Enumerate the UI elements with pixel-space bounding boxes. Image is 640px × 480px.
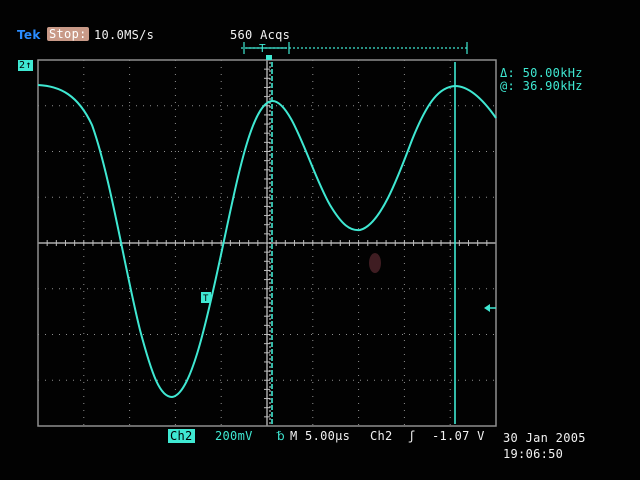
brand-label: Tek: [17, 28, 41, 42]
volts-per-division: 200mV: [215, 429, 253, 443]
bandwidth-limit-icon: ␢: [277, 429, 285, 443]
trigger-level-arrow-icon[interactable]: [484, 304, 490, 312]
sample-rate: 10.0MS/s: [94, 28, 155, 42]
cursor-position-readout: @: 36.90kHz: [500, 79, 583, 93]
timebase-readout: M 5.00µs: [290, 429, 351, 443]
rising-edge-icon: ʃ: [408, 429, 416, 443]
channel-ground-marker[interactable]: 2↑: [18, 60, 33, 71]
run-state-badge[interactable]: Stop:: [47, 27, 89, 41]
trigger-level-label: T: [203, 294, 209, 304]
trigger-level: -1.07 V: [432, 429, 485, 443]
screen-glare: [369, 253, 381, 273]
channel-label[interactable]: Ch2: [168, 429, 195, 443]
record-trigger-marker: T: [259, 42, 266, 55]
record-length-bar: [241, 42, 468, 54]
cursor-delta-readout: Δ: 50.00kHz: [500, 66, 583, 80]
date-readout: 30 Jan 2005: [503, 431, 586, 445]
trigger-source: Ch2: [370, 429, 393, 443]
graticule: [37, 59, 497, 427]
oscilloscope-screen: T T Tek Stop: 10.0MS/s 560 Acqs 2↑ Δ: 50…: [0, 0, 640, 480]
time-readout: 19:06:50: [503, 447, 564, 461]
trigger-position-marker[interactable]: [266, 55, 272, 60]
acquisition-count: 560 Acqs: [230, 28, 291, 42]
